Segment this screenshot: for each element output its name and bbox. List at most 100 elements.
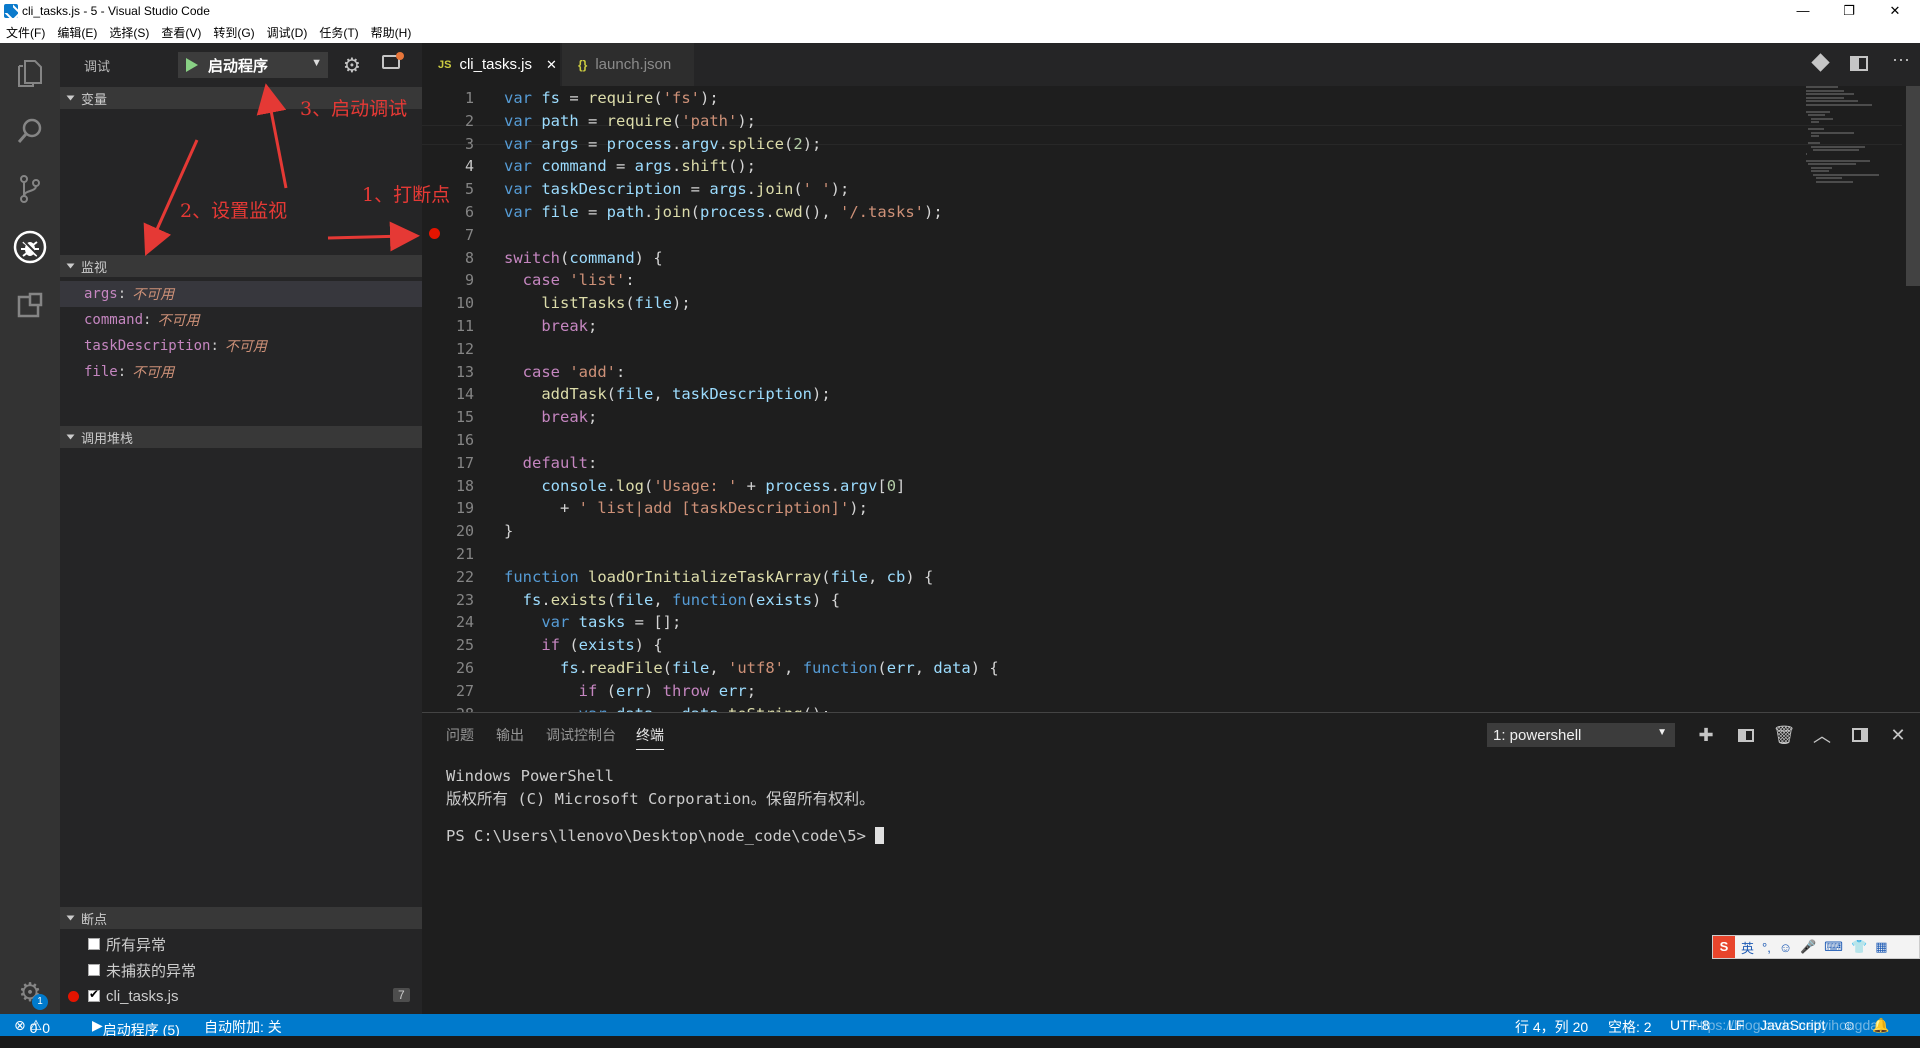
start-debug-icon[interactable] (186, 58, 198, 72)
maximize-panel-icon[interactable]: ︿ (1810, 723, 1834, 747)
menu-selection[interactable]: 选择(S) (109, 24, 149, 41)
menu-view[interactable]: 查看(V) (161, 24, 201, 41)
watch-value: 不可用 (224, 339, 267, 355)
ime-tools-icon[interactable]: ▦ (1875, 939, 1887, 955)
breakpoints-section-header[interactable]: 断点 (60, 907, 422, 929)
split-terminal-icon[interactable] (1734, 723, 1758, 747)
breakpoint-file-item[interactable]: cli_tasks.js 7 (60, 983, 422, 1009)
menu-go[interactable]: 转到(G) (213, 24, 254, 41)
line-number: 21 (455, 545, 474, 563)
watch-section-header[interactable]: 监视 (60, 255, 422, 277)
menu-file[interactable]: 文件(F) (6, 24, 45, 41)
close-window-button[interactable]: ✕ (1872, 0, 1918, 21)
chevron-down-icon: ▼ (311, 57, 322, 69)
breakpoint-all-exceptions[interactable]: 所有异常 (60, 931, 422, 957)
panel-tab-output[interactable]: 输出 (496, 725, 524, 745)
open-changes-icon[interactable] (1811, 53, 1830, 72)
menu-debug[interactable]: 调试(D) (267, 24, 308, 41)
tab-launch-json[interactable]: {} launch.json (562, 43, 694, 86)
indentation-status[interactable]: 空格: 2 (1608, 1017, 1652, 1037)
line-number: 22 (455, 567, 474, 586)
json-file-icon: {} (578, 57, 588, 72)
terminal-prompt-text: PS C:\Users\llenovo\Desktop\node_code\co… (446, 827, 876, 845)
collapse-icon (66, 95, 75, 101)
watch-item[interactable]: args: 不可用 (60, 281, 422, 307)
new-terminal-icon[interactable]: ✚ (1694, 723, 1718, 747)
ime-skin-icon[interactable]: 👕 (1851, 939, 1867, 955)
breakpoints-title: 断点 (81, 911, 108, 927)
console-badge-icon (396, 52, 404, 60)
line-number: 25 (455, 636, 474, 655)
status-bar: ⊗ 0 ⚠ 0 ▶ 启动程序 (5) 自动附加: 关 行 4，列 20 空格: … (0, 1014, 1920, 1038)
auto-attach-status[interactable]: 自动附加: 关 (204, 1017, 282, 1037)
code-line: case 'list': (522, 271, 635, 290)
tab-cli-tasks[interactable]: JS cli_tasks.js ✕ (422, 43, 560, 86)
ime-toolbar[interactable]: S 英 °, ☺ 🎤 ⌨ 👕 ▦ (1712, 935, 1920, 959)
code-line: case 'add': (522, 362, 626, 381)
ime-language[interactable]: 英 (1741, 938, 1754, 957)
cursor-position[interactable]: 行 4，列 20 (1515, 1017, 1588, 1037)
extensions-icon[interactable] (0, 277, 60, 333)
ime-punct-icon[interactable]: °, (1762, 940, 1771, 955)
ime-voice-icon[interactable]: 🎤 (1800, 939, 1816, 955)
terminal-cursor (875, 827, 885, 844)
code-line: if (exists) { (541, 636, 663, 655)
launch-config-select[interactable]: 启动程序 ▼ (178, 52, 328, 78)
minimap-line (1806, 86, 1839, 88)
bottom-panel: 问题 输出 调试控制台 终端 1: powershell ▼ ✚ 🗑 ︿ ✕ W… (422, 712, 1920, 1014)
line-number: 16 (455, 431, 474, 449)
close-icon[interactable]: ✕ (546, 57, 557, 73)
annotation-start-debug: 3、启动调试 (300, 98, 408, 120)
watch-item[interactable]: file: 不可用 (60, 359, 422, 385)
minimap[interactable] (1806, 86, 1906, 216)
gear-icon[interactable]: ⚙ (343, 53, 361, 78)
trash-icon[interactable]: 🗑 (1772, 723, 1796, 747)
minimap-line (1806, 159, 1871, 162)
debug-launch-status[interactable]: ▶ 启动程序 (5) (92, 1017, 180, 1038)
panel-tab-problems[interactable]: 问题 (446, 725, 474, 745)
minimap-line (1806, 110, 1830, 113)
editor-scrollbar[interactable] (1906, 86, 1920, 286)
notifications-bell-icon[interactable]: 🔔 (1872, 1017, 1889, 1034)
menu-help[interactable]: 帮助(H) (371, 24, 412, 41)
callstack-title: 调用堆栈 (81, 430, 134, 446)
line-number: 4 (464, 157, 474, 176)
code-line: default: (522, 453, 598, 472)
panel-tab-terminal[interactable]: 终端 (636, 725, 664, 750)
menu-edit[interactable]: 编辑(E) (57, 24, 97, 41)
search-icon[interactable] (0, 103, 60, 159)
code-line: var path = require('path'); (504, 111, 757, 130)
settings-gear-icon[interactable]: ⚙ 1 (0, 970, 60, 1014)
menu-tasks[interactable]: 任务(T) (319, 24, 358, 41)
ime-keyboard-icon[interactable]: ⌨ (1824, 939, 1843, 955)
close-panel-icon[interactable]: ✕ (1886, 723, 1910, 747)
watch-item[interactable]: taskDescription: 不可用 (60, 333, 422, 359)
toggle-panel-icon[interactable] (1848, 723, 1872, 747)
more-actions-icon[interactable]: ··· (1892, 49, 1910, 70)
checkbox[interactable] (88, 987, 100, 1002)
feedback-icon[interactable]: ☺ (1842, 1017, 1856, 1033)
terminal-prompt[interactable]: PS C:\Users\llenovo\Desktop\node_code\co… (446, 827, 885, 845)
breakpoint-uncaught-exceptions[interactable]: 未捕获的异常 (60, 957, 422, 983)
minimap-line (1806, 152, 1808, 155)
watch-title: 监视 (81, 259, 108, 275)
line-number: 8 (464, 248, 474, 267)
callstack-section-header[interactable]: 调用堆栈 (60, 426, 422, 448)
minimize-button[interactable]: — (1780, 0, 1826, 21)
restore-button[interactable]: ❐ (1826, 0, 1872, 21)
checkbox[interactable] (88, 964, 100, 976)
terminal-line: 版权所有 (C) Microsoft Corporation。保留所有权利。 (446, 790, 875, 808)
watch-item[interactable]: command: 不可用 (60, 307, 422, 333)
menu-bar: 文件(F) 编辑(E) 选择(S) 查看(V) 转到(G) 调试(D) 任务(T… (0, 21, 1920, 43)
code-editor[interactable]: 1 2 3 4 5 6 7 8 9 10 11 12 13 14 15 16 17 18 19 20 21 22 23 24 2… (422, 86, 1920, 712)
problems-status[interactable]: ⊗ 0 ⚠ 0 (14, 1017, 50, 1036)
debug-icon[interactable] (0, 219, 60, 275)
settings-badge: 1 (32, 994, 48, 1010)
explorer-icon[interactable] (0, 45, 60, 101)
source-control-icon[interactable] (0, 161, 60, 217)
panel-tab-debug-console[interactable]: 调试控制台 (546, 725, 616, 745)
terminal-select[interactable]: 1: powershell ▼ (1487, 723, 1675, 747)
split-editor-icon[interactable] (1850, 56, 1868, 71)
checkbox[interactable] (88, 938, 100, 950)
ime-emoji-icon[interactable]: ☺ (1779, 940, 1792, 955)
